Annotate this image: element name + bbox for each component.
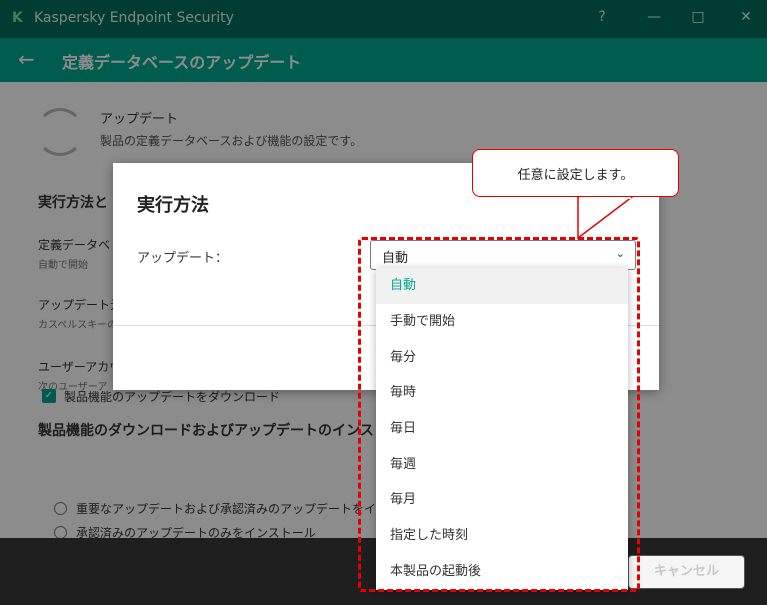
cancel-button[interactable]: キャンセル — [628, 555, 745, 589]
callout-text: 任意に設定します。 — [517, 168, 634, 183]
annotation-highlight-box — [358, 237, 640, 592]
annotation-callout: 任意に設定します。 — [472, 149, 679, 197]
update-field-label: アップデート： — [137, 251, 229, 266]
callout-pointer — [577, 196, 635, 240]
dialog-title: 実行方法 — [137, 195, 209, 216]
